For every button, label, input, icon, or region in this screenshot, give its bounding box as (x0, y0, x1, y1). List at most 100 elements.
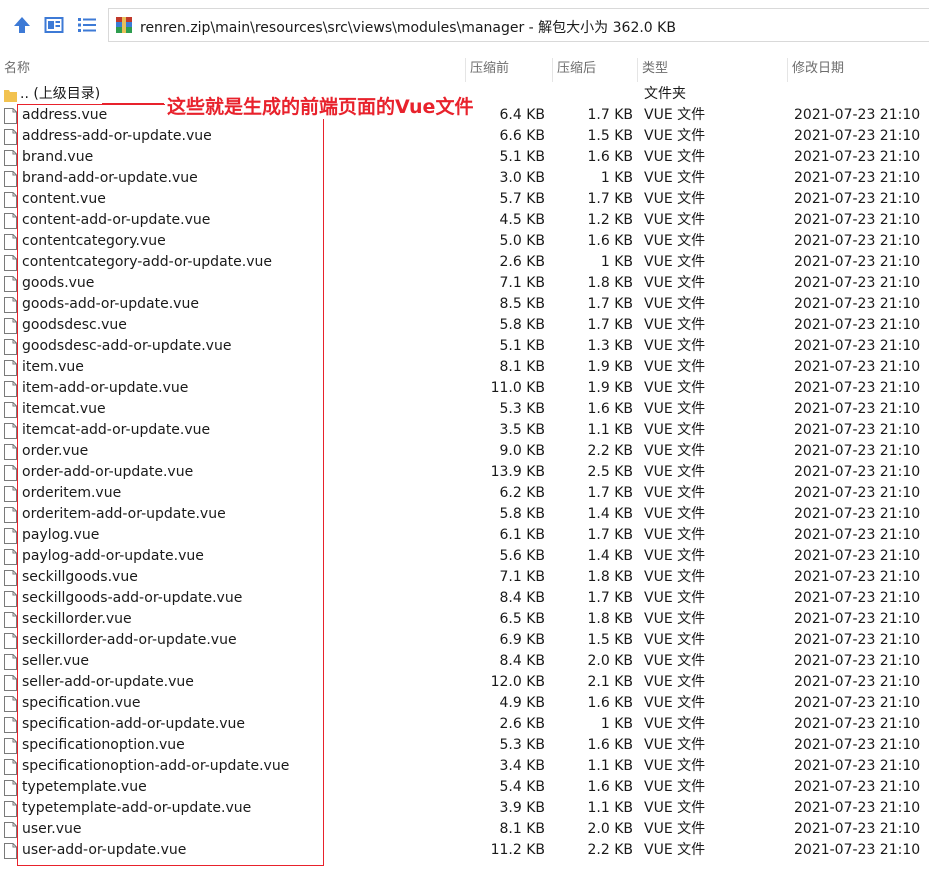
file-row[interactable]: brand-add-or-update.vue 3.0 KB 1 KB VUE 文件 2… (0, 168, 929, 189)
file-modified-date: 2021-07-23 21:10 (794, 317, 921, 333)
file-row[interactable]: orderitem-add-or-update.vue 5.8 KB 1.4 KB V… (0, 504, 929, 525)
file-icon (4, 759, 17, 775)
column-header-name[interactable]: 名称 (0, 58, 465, 82)
file-type: VUE 文件 (644, 569, 706, 585)
file-packed-size: 1.4 KB (587, 506, 634, 522)
file-icon (4, 360, 17, 376)
file-packed-size: 1.5 KB (587, 128, 634, 144)
file-icon (4, 507, 17, 523)
file-row[interactable]: contentcategory-add-or-update.vue 2.6 KB 1… (0, 252, 929, 273)
file-name: specificationoption.vue (22, 737, 185, 753)
file-packed-size: 1 KB (600, 716, 633, 732)
parent-directory-type: 文件夹 (644, 86, 686, 102)
file-row[interactable]: specification.vue 4.9 KB 1.6 KB VUE 文件 2021-… (0, 693, 929, 714)
file-row[interactable]: content-add-or-update.vue 4.5 KB 1.2 KB VUE… (0, 210, 929, 231)
file-size: 6.6 KB (499, 128, 546, 144)
file-row[interactable]: user.vue 8.1 KB 2.0 KB VUE 文件 2021-07-23 21:… (0, 819, 929, 840)
file-packed-size: 1.7 KB (587, 317, 634, 333)
file-modified-date: 2021-07-23 21:10 (794, 233, 921, 249)
file-modified-date: 2021-07-23 21:10 (794, 590, 921, 606)
file-row[interactable]: seller.vue 8.4 KB 2.0 KB VUE 文件 2021-07-23 2… (0, 651, 929, 672)
file-row[interactable]: item.vue 8.1 KB 1.9 KB VUE 文件 2021-07-23 21:… (0, 357, 929, 378)
file-type: VUE 文件 (644, 191, 706, 207)
file-icon (4, 633, 17, 649)
file-icon (4, 717, 17, 733)
file-icon (4, 381, 17, 397)
file-size: 8.5 KB (499, 296, 546, 312)
column-header-modified[interactable]: 修改日期 (787, 58, 929, 82)
file-packed-size: 1.7 KB (587, 296, 634, 312)
up-arrow-icon[interactable] (11, 14, 33, 36)
file-row[interactable]: typetemplate.vue 5.4 KB 1.6 KB VUE 文件 2021-0… (0, 777, 929, 798)
file-name: order-add-or-update.vue (22, 464, 194, 480)
file-row[interactable]: contentcategory.vue 5.0 KB 1.6 KB VUE 文件 202… (0, 231, 929, 252)
file-row[interactable]: paylog.vue 6.1 KB 1.7 KB VUE 文件 2021-07-23 2… (0, 525, 929, 546)
file-size: 6.9 KB (499, 632, 546, 648)
file-name: seckillorder-add-or-update.vue (22, 632, 237, 648)
file-size: 5.7 KB (499, 191, 546, 207)
file-row[interactable]: seckillorder-add-or-update.vue 6.9 KB 1.5 … (0, 630, 929, 651)
file-row[interactable]: order.vue 9.0 KB 2.2 KB VUE 文件 2021-07-23 21… (0, 441, 929, 462)
file-row[interactable]: itemcat-add-or-update.vue 3.5 KB 1.1 KB VUE… (0, 420, 929, 441)
file-row[interactable]: specificationoption-add-or-update.vue 3.4… (0, 756, 929, 777)
file-row[interactable]: goodsdesc.vue 5.8 KB 1.7 KB VUE 文件 2021-07-2… (0, 315, 929, 336)
file-packed-size: 1.9 KB (587, 380, 634, 396)
address-bar[interactable]: renren.zip\main\resources\src\views\modu… (108, 8, 929, 42)
file-name: contentcategory.vue (22, 233, 166, 249)
file-row[interactable]: goods-add-or-update.vue 8.5 KB 1.7 KB VUE 文… (0, 294, 929, 315)
file-row[interactable]: specificationoption.vue 5.3 KB 1.6 KB VUE 文… (0, 735, 929, 756)
file-modified-date: 2021-07-23 21:10 (794, 107, 921, 123)
file-modified-date: 2021-07-23 21:10 (794, 464, 921, 480)
file-size: 7.1 KB (499, 275, 546, 291)
file-modified-date: 2021-07-23 21:10 (794, 569, 921, 585)
file-type: VUE 文件 (644, 275, 706, 291)
file-icon (4, 171, 17, 187)
file-modified-date: 2021-07-23 21:10 (794, 695, 921, 711)
file-row[interactable]: goods.vue 7.1 KB 1.8 KB VUE 文件 2021-07-23 21… (0, 273, 929, 294)
view-icon[interactable] (43, 14, 65, 36)
file-row[interactable]: seckillorder.vue 6.5 KB 1.8 KB VUE 文件 2021-0… (0, 609, 929, 630)
file-icon (4, 654, 17, 670)
file-type: VUE 文件 (644, 380, 706, 396)
column-header-type[interactable]: 类型 (637, 58, 787, 82)
annotation-leader-line (102, 103, 164, 104)
file-packed-size: 1.6 KB (587, 737, 634, 753)
file-name: paylog.vue (22, 527, 100, 543)
column-header-packed[interactable]: 压缩后 (552, 58, 637, 82)
file-row[interactable]: order-add-or-update.vue 13.9 KB 2.5 KB VUE … (0, 462, 929, 483)
file-row[interactable]: item-add-or-update.vue 11.0 KB 1.9 KB VUE 文… (0, 378, 929, 399)
file-size: 5.4 KB (499, 779, 546, 795)
file-row[interactable]: paylog-add-or-update.vue 5.6 KB 1.4 KB VUE … (0, 546, 929, 567)
file-row[interactable]: content.vue 5.7 KB 1.7 KB VUE 文件 2021-07-23 … (0, 189, 929, 210)
file-row[interactable]: seckillgoods.vue 7.1 KB 1.8 KB VUE 文件 2021-0… (0, 567, 929, 588)
file-icon (4, 234, 17, 250)
file-row[interactable]: user-add-or-update.vue 11.2 KB 2.2 KB VUE 文… (0, 840, 929, 861)
parent-directory-label: .. (上级目录) (20, 86, 101, 102)
file-type: VUE 文件 (644, 359, 706, 375)
file-row[interactable]: goodsdesc-add-or-update.vue 5.1 KB 1.3 KB V… (0, 336, 929, 357)
file-size: 2.6 KB (499, 716, 546, 732)
file-row[interactable]: seller-add-or-update.vue 12.0 KB 2.1 KB VUE… (0, 672, 929, 693)
file-icon (4, 444, 17, 460)
file-row[interactable]: orderitem.vue 6.2 KB 1.7 KB VUE 文件 2021-07-2… (0, 483, 929, 504)
file-name: seller.vue (22, 653, 89, 669)
file-row[interactable]: specification-add-or-update.vue 2.6 KB 1 K… (0, 714, 929, 735)
file-modified-date: 2021-07-23 21:10 (794, 674, 921, 690)
file-type: VUE 文件 (644, 338, 706, 354)
file-size: 7.1 KB (499, 569, 546, 585)
file-type: VUE 文件 (644, 611, 706, 627)
file-row[interactable]: seckillgoods-add-or-update.vue 8.4 KB 1.7 … (0, 588, 929, 609)
file-size: 5.1 KB (499, 338, 546, 354)
list-view-icon[interactable] (76, 14, 98, 36)
file-packed-size: 1.4 KB (587, 548, 634, 564)
file-row[interactable]: address-add-or-update.vue 6.6 KB 1.5 KB VUE… (0, 126, 929, 147)
file-modified-date: 2021-07-23 21:10 (794, 401, 921, 417)
file-row[interactable]: brand.vue 5.1 KB 1.6 KB VUE 文件 2021-07-23 21… (0, 147, 929, 168)
file-row[interactable]: typetemplate-add-or-update.vue 3.9 KB 1.1 … (0, 798, 929, 819)
file-modified-date: 2021-07-23 21:10 (794, 758, 921, 774)
file-modified-date: 2021-07-23 21:10 (794, 254, 921, 270)
file-size: 8.1 KB (499, 359, 546, 375)
file-name: specification-add-or-update.vue (22, 716, 246, 732)
file-row[interactable]: itemcat.vue 5.3 KB 1.6 KB VUE 文件 2021-07-23 … (0, 399, 929, 420)
column-header-size[interactable]: 压缩前 (465, 58, 552, 82)
